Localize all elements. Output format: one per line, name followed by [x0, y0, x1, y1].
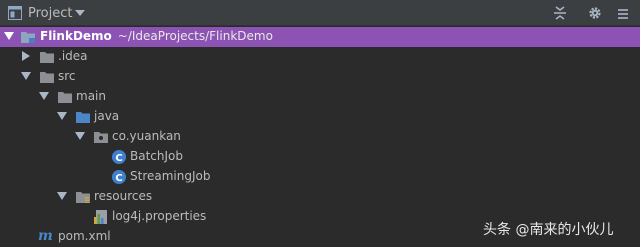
module-path: ~/IdeaProjects/FlinkDemo [117, 29, 273, 43]
svg-text:C: C [115, 153, 122, 164]
project-view-title[interactable]: Project [28, 6, 72, 21]
tree-node-java[interactable]: java [0, 107, 640, 127]
tree-node-streamingjob[interactable]: C StreamingJob [0, 167, 640, 187]
package-icon [94, 132, 108, 143]
chevron-down-icon[interactable] [75, 10, 85, 17]
hide-panel-icon[interactable] [617, 8, 629, 20]
expand-arrow-icon[interactable] [21, 72, 31, 80]
java-class-icon: C [112, 170, 126, 184]
watermark: 头条 @南来的小伙儿 [483, 222, 614, 238]
tree-label: main [76, 89, 106, 103]
project-tree: FlinkDemo ~/IdeaProjects/FlinkDemo .idea … [0, 27, 640, 245]
folder-icon [40, 52, 54, 63]
svg-text:C: C [115, 173, 122, 184]
expand-arrow-icon[interactable] [57, 192, 67, 200]
tree-node-flinkdemo[interactable]: FlinkDemo ~/IdeaProjects/FlinkDemo [0, 27, 640, 47]
project-tool-window-header: Project [0, 0, 640, 26]
source-folder-icon [76, 112, 90, 123]
tree-node-batchjob[interactable]: C BatchJob [0, 147, 640, 167]
tree-label: StreamingJob [130, 169, 211, 183]
java-class-icon: C [112, 150, 126, 164]
tree-label: co.yuankan [112, 129, 181, 143]
tree-node-main[interactable]: main [0, 87, 640, 107]
folder-icon [58, 92, 72, 103]
tree-label: pom.xml [58, 229, 111, 243]
tree-node-idea[interactable]: .idea [0, 47, 640, 67]
expand-arrow-icon[interactable] [75, 132, 85, 140]
properties-file-icon [94, 210, 107, 224]
gear-icon[interactable] [588, 6, 602, 20]
tree-node-package[interactable]: co.yuankan [0, 127, 640, 147]
module-folder-icon [21, 32, 35, 43]
collapse-all-icon[interactable] [553, 6, 567, 20]
tree-node-src[interactable]: src [0, 67, 640, 87]
module-label: FlinkDemo ~/IdeaProjects/FlinkDemo [40, 29, 273, 43]
tree-label: java [94, 109, 120, 123]
expand-arrow-icon[interactable] [4, 32, 14, 40]
maven-icon: m [38, 228, 53, 244]
project-window-icon[interactable] [8, 6, 22, 20]
tree-label: resources [94, 189, 153, 203]
tree-label: log4j.properties [112, 209, 207, 223]
resources-folder-icon [76, 192, 90, 203]
expand-arrow-icon[interactable] [57, 112, 67, 120]
tree-label: src [58, 69, 76, 83]
tree-label: BatchJob [130, 149, 183, 163]
folder-icon [40, 72, 54, 83]
tree-node-resources[interactable]: resources [0, 187, 640, 207]
collapse-arrow-icon[interactable] [22, 51, 30, 61]
expand-arrow-icon[interactable] [39, 92, 49, 100]
tree-label: .idea [58, 49, 88, 63]
module-name: FlinkDemo [40, 29, 112, 43]
